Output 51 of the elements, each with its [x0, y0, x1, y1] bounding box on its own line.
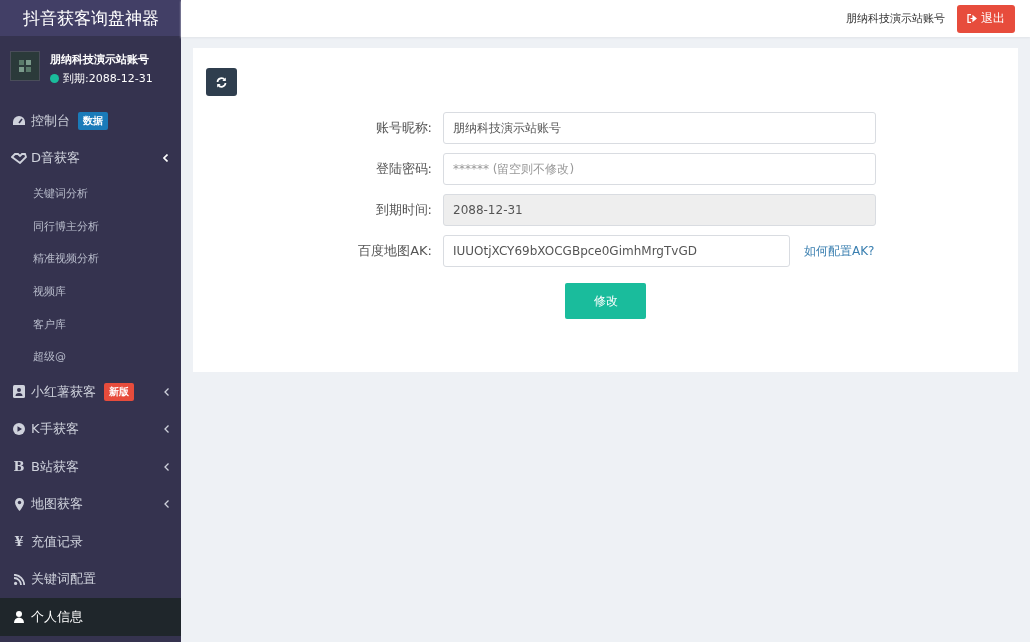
rss-icon — [13, 573, 25, 585]
sidebar-item[interactable]: K手获客 — [0, 410, 181, 449]
submenu-item[interactable]: 视频库 — [0, 275, 181, 308]
menu-label: 个人信息 — [31, 607, 83, 626]
avatar-icon — [10, 51, 40, 81]
menu-label: 控制台 — [31, 111, 70, 130]
menu-label: B站获客 — [31, 457, 79, 476]
submenu-item[interactable]: 超级@ — [0, 340, 181, 374]
input-field[interactable]: ****** (留空则不修改) — [443, 153, 876, 185]
menu-label: 充值记录 — [31, 532, 83, 551]
field-label: 到期时间: — [374, 201, 432, 219]
contact-card-icon — [13, 385, 25, 399]
sidebar-item[interactable]: D音获客 — [0, 139, 181, 177]
gauge-icon — [12, 115, 26, 127]
field-label: 百度地图AK: — [357, 242, 432, 260]
sidebar-item[interactable]: ¥ 充值记录 — [0, 523, 181, 561]
menu-tag: 数据 — [78, 111, 108, 130]
expiry-date: 到期:2088-12-31 — [63, 71, 153, 86]
sign-out-icon — [967, 14, 977, 23]
profile-name: 朋纳科技演示站账号 — [50, 52, 150, 67]
submenu-item[interactable]: 关键词分析 — [0, 177, 181, 210]
menu-label: 地图获客 — [31, 495, 83, 514]
play-icon — [13, 423, 25, 436]
app-title: 抖音获客询盘神器 — [0, 0, 181, 36]
menu-label: K手获客 — [31, 420, 79, 439]
field-label: 账号昵称: — [374, 119, 432, 137]
sidebar-item[interactable]: 地图获客 — [0, 485, 181, 524]
sidebar-item[interactable]: 控制台 数据 — [0, 102, 181, 140]
refresh-button[interactable] — [206, 68, 237, 96]
user-icon — [14, 610, 24, 623]
input-field[interactable]: IUUOtjXCY69bXOCGBpce0GimhMrgTvGD — [443, 235, 790, 267]
sidebar-item[interactable]: 关键词配置 — [0, 560, 181, 599]
menu-label: 小红薯获客 — [31, 382, 96, 401]
logout-button[interactable]: 退出 — [957, 4, 1015, 33]
refresh-icon — [216, 76, 227, 88]
menu-label: 关键词配置 — [31, 570, 96, 589]
help-link[interactable]: 如何配置AK? — [804, 242, 875, 260]
map-pin-icon — [14, 497, 24, 511]
input-field[interactable]: 朋纳科技演示站账号 — [443, 112, 876, 144]
submenu-item[interactable]: 精准视频分析 — [0, 242, 181, 276]
sidebar-item[interactable]: 小红薯获客 新版 — [0, 373, 181, 411]
sidebar-item[interactable]: 个人信息 — [0, 598, 181, 636]
menu-label: D音获客 — [31, 149, 80, 168]
submenu-item[interactable]: 同行博主分析 — [0, 209, 181, 243]
sidebar-icon: B — [13, 459, 25, 475]
field-label: 登陆密码: — [374, 160, 432, 178]
submenu-item[interactable]: 客户库 — [0, 307, 181, 341]
username: 朋纳科技演示站账号 — [846, 11, 945, 26]
sidebar-icon: ¥ — [14, 534, 24, 550]
menu-tag: 新版 — [104, 382, 134, 401]
sidebar-item[interactable]: B B站获客 — [0, 448, 181, 486]
